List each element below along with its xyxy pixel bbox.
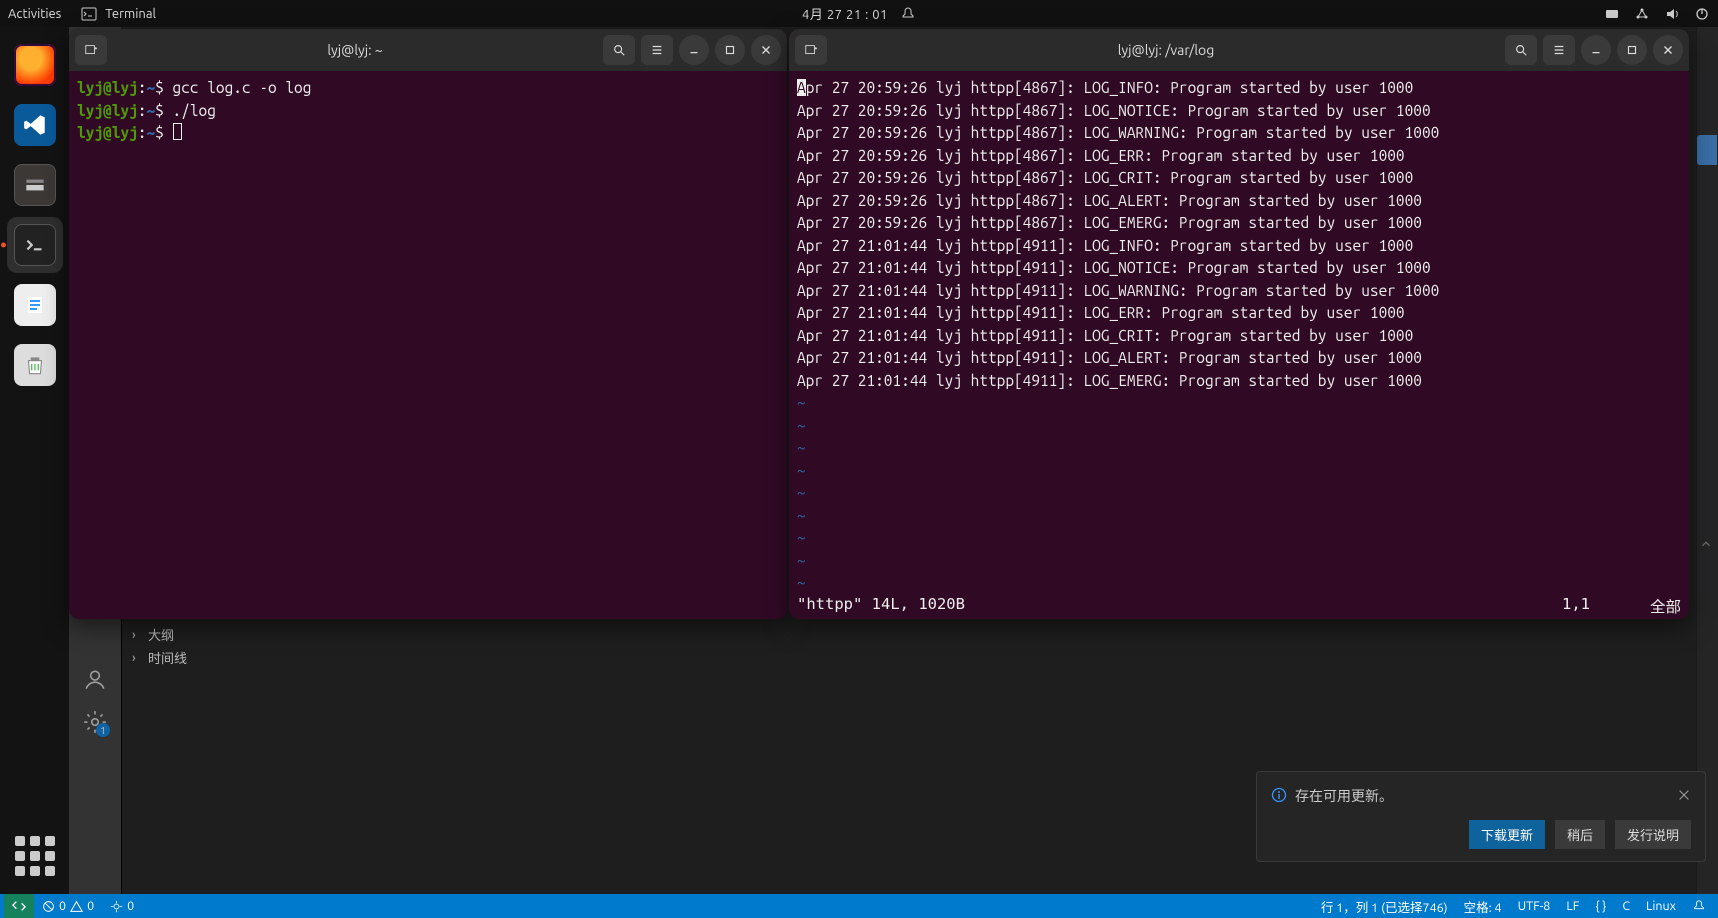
dock-item-files[interactable]: [7, 157, 63, 213]
gutter-collapse-icon[interactable]: [1699, 537, 1713, 555]
terminal-window-left: lyj@lyj: ~ lyj@lyj:~$ gcc log.c -o log l…: [69, 29, 787, 619]
os-indicator[interactable]: Linux: [1638, 897, 1684, 916]
clock[interactable]: 4月 27 21 : 01: [802, 4, 888, 23]
menu-button[interactable]: [641, 35, 673, 65]
dock-item-text-editor[interactable]: [7, 277, 63, 333]
terminal-body[interactable]: Apr 27 20:59:26 lyj httpp[4867]: LOG_INF…: [789, 71, 1689, 619]
search-button[interactable]: [603, 35, 635, 65]
language-mode[interactable]: C: [1614, 897, 1638, 916]
terminal-title: lyj@lyj: /var/log: [833, 42, 1499, 58]
eol[interactable]: LF: [1558, 897, 1587, 916]
close-button[interactable]: [1653, 35, 1683, 65]
info-icon: [1271, 787, 1287, 806]
dock-item-firefox[interactable]: [7, 37, 63, 93]
indentation[interactable]: 空格: 4: [1456, 897, 1510, 916]
toast-close-icon[interactable]: [1677, 788, 1691, 805]
encoding[interactable]: UTF-8: [1510, 897, 1559, 916]
vim-status-line: "httpp" 14L, 1020B 1,1 全部: [797, 595, 1681, 617]
dock-item-trash[interactable]: [7, 337, 63, 393]
app-menu-label: Terminal: [105, 7, 156, 21]
terminal-app-icon: [81, 6, 97, 22]
dock: [0, 27, 69, 894]
outline-section[interactable]: ›大纲: [132, 623, 1718, 646]
remote-indicator[interactable]: [4, 894, 34, 918]
vscode-settings-icon[interactable]: 1: [82, 709, 108, 735]
maximize-button[interactable]: [1617, 35, 1647, 65]
volume-icon[interactable]: [1664, 6, 1680, 22]
update-toast: 存在可用更新。 下载更新 稍后 发行说明: [1256, 771, 1706, 862]
toast-message: 存在可用更新。: [1295, 786, 1393, 806]
workspace: 1 ›大纲 ›时间线 lyj@lyj: ~ lyj@lyj:~$ gcc l: [69, 27, 1718, 894]
close-button[interactable]: [751, 35, 781, 65]
new-tab-button[interactable]: [795, 35, 827, 65]
dock-item-terminal[interactable]: [7, 217, 63, 273]
search-button[interactable]: [1505, 35, 1537, 65]
network-icon[interactable]: [1634, 6, 1650, 22]
toast-release-notes-button[interactable]: 发行说明: [1615, 820, 1691, 849]
minimize-button[interactable]: [679, 35, 709, 65]
cursor-position[interactable]: 行 1，列 1 (已选择746): [1313, 897, 1456, 916]
minimize-button[interactable]: [1581, 35, 1611, 65]
app-menu[interactable]: Terminal: [81, 6, 156, 22]
new-tab-button[interactable]: [75, 35, 107, 65]
problems-indicator[interactable]: 0 0: [34, 899, 102, 913]
settings-badge: 1: [96, 723, 110, 737]
terminal-header: lyj@lyj: /var/log: [789, 29, 1689, 71]
toast-download-button[interactable]: 下载更新: [1469, 820, 1545, 849]
terminal-header: lyj@lyj: ~: [69, 29, 787, 71]
minimap-viewport[interactable]: [1697, 135, 1717, 165]
activities-button[interactable]: Activities: [8, 7, 61, 21]
timeline-section[interactable]: ›时间线: [132, 646, 1718, 669]
dock-apps-button[interactable]: [11, 832, 59, 880]
ports-indicator[interactable]: 0: [102, 899, 142, 913]
toast-later-button[interactable]: 稍后: [1555, 820, 1605, 849]
dock-item-vscode[interactable]: [7, 97, 63, 153]
vscode-status-bar: 0 0 0 行 1，列 1 (已选择746) 空格: 4 UTF-8 LF { …: [0, 894, 1718, 918]
terminal-body[interactable]: lyj@lyj:~$ gcc log.c -o log lyj@lyj:~$ .…: [69, 71, 787, 619]
notifications-icon[interactable]: [1684, 897, 1714, 916]
vim-file-info: "httpp" 14L, 1020B: [797, 595, 965, 617]
vscode-right-edge: [1696, 27, 1718, 894]
vscode-account-icon[interactable]: [82, 667, 108, 693]
terminal-window-right: lyj@lyj: /var/log Apr 27 20:59:26 lyj ht…: [789, 29, 1689, 619]
top-bar: Activities Terminal 4月 27 21 : 01: [0, 0, 1718, 27]
maximize-button[interactable]: [715, 35, 745, 65]
terminal-title: lyj@lyj: ~: [113, 42, 597, 58]
menu-button[interactable]: [1543, 35, 1575, 65]
language-mode-braces[interactable]: { }: [1587, 897, 1614, 916]
vim-cursor-pos: 1,1: [1562, 595, 1590, 617]
vim-scroll-pos: 全部: [1650, 595, 1681, 617]
power-icon[interactable]: [1694, 6, 1710, 22]
input-method-icon[interactable]: [1604, 6, 1620, 22]
notification-bell-icon[interactable]: [900, 6, 916, 22]
